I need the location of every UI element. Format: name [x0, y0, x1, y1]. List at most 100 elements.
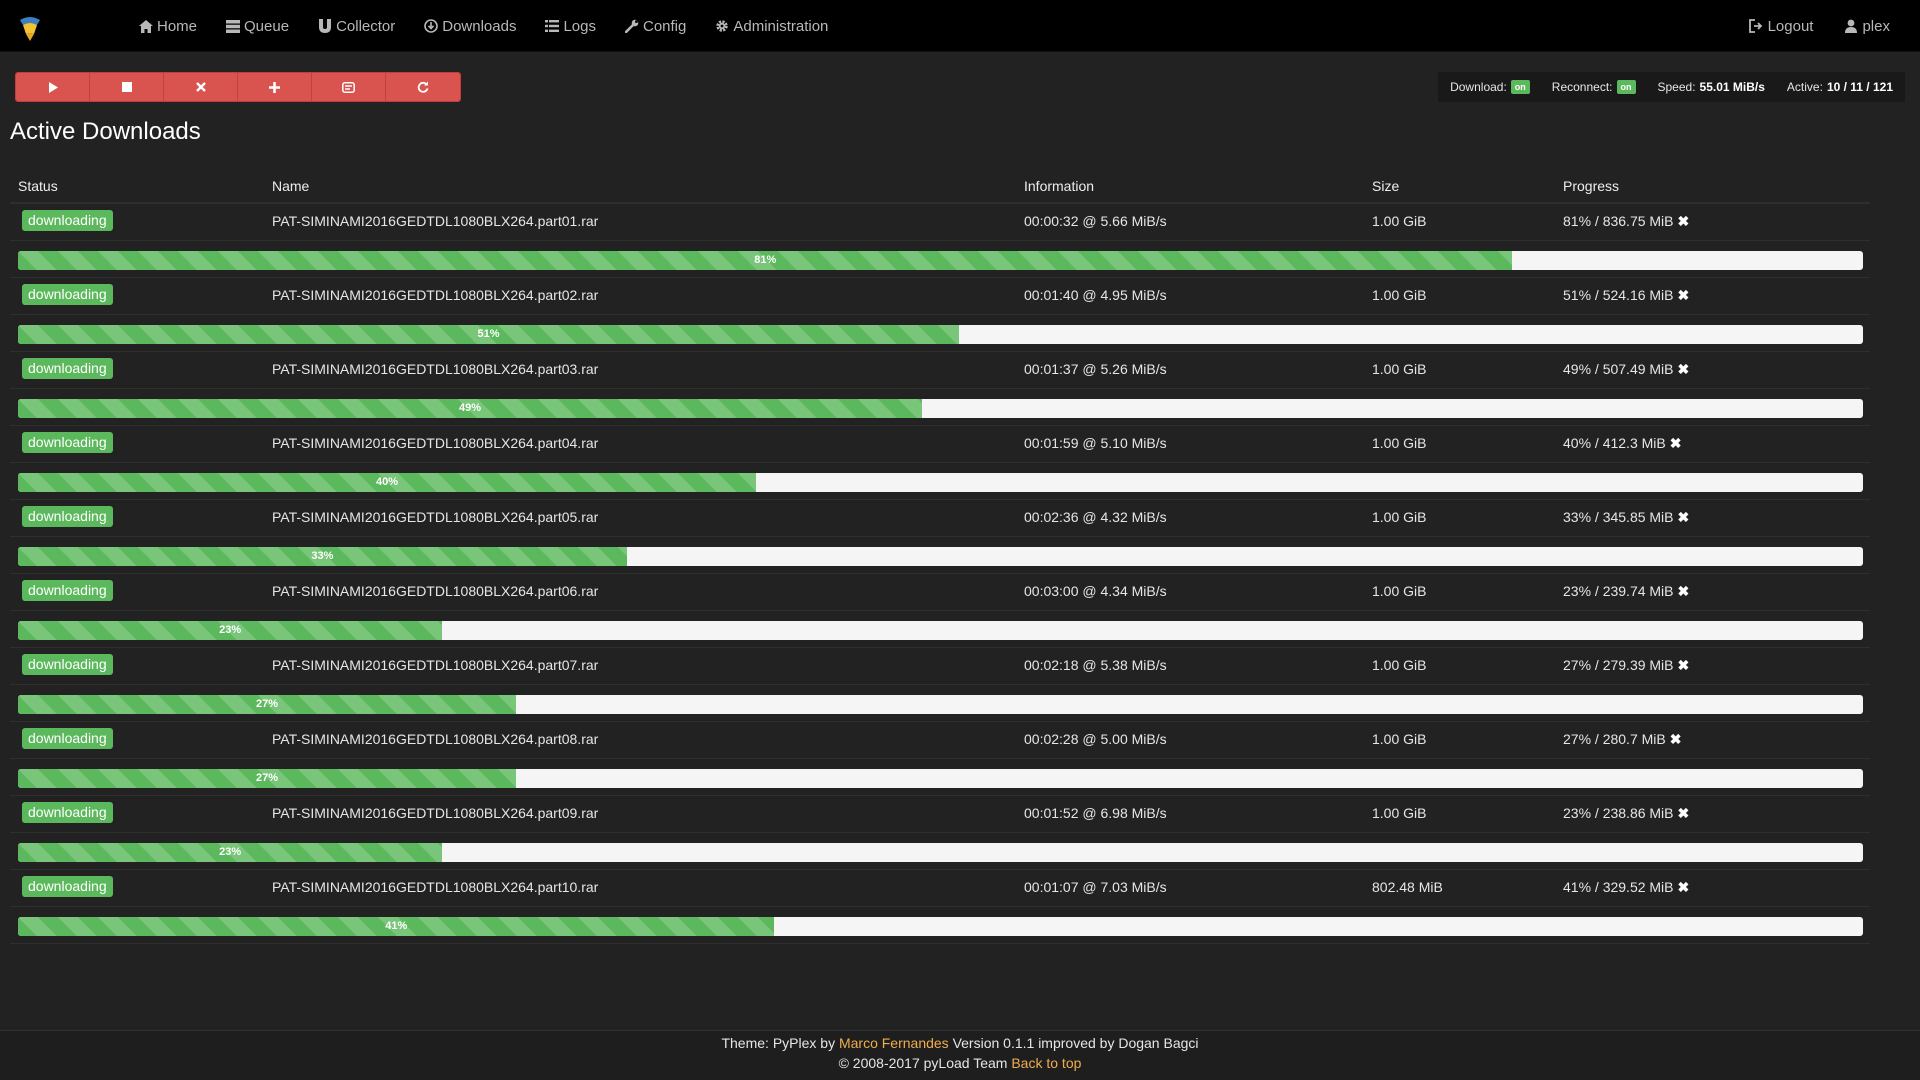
progress-text-cell: 40% / 412.3 MiB ✖ — [1563, 435, 1681, 452]
add-button[interactable] — [238, 73, 312, 101]
abort-download-icon[interactable]: ✖ — [1678, 509, 1690, 525]
abort-download-icon[interactable]: ✖ — [1678, 657, 1690, 673]
abort-download-icon[interactable]: ✖ — [1670, 731, 1682, 747]
table-row: downloading PAT-SIMINAMI2016GEDTDL1080BLX… — [10, 648, 1870, 685]
stop-button[interactable] — [90, 73, 164, 101]
status-badge: downloading — [22, 432, 113, 453]
nav-collector-label: Collector — [336, 17, 396, 35]
progress-bar-fill: 33% — [18, 547, 627, 566]
progress-bar: 27% — [18, 769, 1863, 788]
progress-bar-row: 51% — [10, 315, 1870, 352]
nav-collector[interactable]: Collector — [317, 18, 395, 35]
footer-copyright-line: © 2008-2017 pyLoad Team Back to top — [0, 1053, 1920, 1073]
file-name: PAT-SIMINAMI2016GEDTDL1080BLX264.part05.… — [272, 509, 599, 525]
download-status: Download: on — [1450, 80, 1530, 94]
download-toggle[interactable]: on — [1510, 80, 1530, 94]
progress-text-cell: 49% / 507.49 MiB ✖ — [1563, 361, 1689, 378]
progress-bar: 33% — [18, 547, 1863, 566]
progress-bar: 23% — [18, 621, 1863, 640]
abort-download-icon[interactable]: ✖ — [1678, 879, 1690, 895]
progress-bar: 27% — [18, 695, 1863, 714]
page-title: Active Downloads — [10, 118, 201, 145]
file-size: 802.48 MiB — [1372, 879, 1443, 895]
abort-download-icon[interactable]: ✖ — [1678, 583, 1690, 599]
file-size: 1.00 GiB — [1372, 435, 1427, 451]
progress-bar-fill: 23% — [18, 843, 443, 862]
queue-icon — [225, 19, 240, 34]
progress-text: 41% / 329.52 MiB — [1563, 879, 1674, 895]
progress-text: 40% / 412.3 MiB — [1563, 435, 1666, 451]
nav-logs[interactable]: Logs — [544, 18, 596, 35]
header-status: Status — [18, 178, 58, 194]
file-name: PAT-SIMINAMI2016GEDTDL1080BLX264.part07.… — [272, 657, 599, 673]
progress-bar-fill: 49% — [18, 399, 923, 418]
progress-bar-row: 27% — [10, 759, 1870, 796]
file-size: 1.00 GiB — [1372, 657, 1427, 673]
user-icon — [1843, 19, 1858, 34]
nav-downloads[interactable]: Downloads — [423, 18, 516, 35]
reconnect-toggle[interactable]: on — [1616, 80, 1636, 94]
progress-bar-row: 40% — [10, 463, 1870, 500]
progress-text-cell: 41% / 329.52 MiB ✖ — [1563, 879, 1689, 896]
eta-speed-info: 00:01:59 @ 5.10 MiB/s — [1024, 435, 1167, 451]
nav-queue[interactable]: Queue — [225, 18, 289, 35]
user-name: plex — [1862, 17, 1890, 35]
footer-copyright: © 2008-2017 pyLoad Team — [838, 1055, 1008, 1071]
status-badge: downloading — [22, 876, 113, 897]
speed-value: 55.01 MiB/s — [1699, 80, 1765, 94]
restart-button[interactable] — [386, 73, 460, 101]
theme-author-link[interactable]: Marco Fernandes — [839, 1035, 949, 1051]
abort-download-icon[interactable]: ✖ — [1678, 361, 1690, 377]
nav-config-label: Config — [643, 17, 687, 35]
table-row: downloading PAT-SIMINAMI2016GEDTDL1080BLX… — [10, 352, 1870, 389]
table-header: Status Name Information Size Progress — [10, 170, 1870, 204]
file-size: 1.00 GiB — [1372, 583, 1427, 599]
progress-bar-fill: 27% — [18, 769, 517, 788]
nav-config[interactable]: Config — [624, 18, 686, 35]
progress-text-cell: 27% / 280.7 MiB ✖ — [1563, 731, 1681, 748]
header-information: Information — [1024, 178, 1095, 194]
nav-home-label: Home — [157, 17, 198, 35]
file-name: PAT-SIMINAMI2016GEDTDL1080BLX264.part03.… — [272, 361, 599, 377]
progress-text: 27% / 280.7 MiB — [1563, 731, 1666, 747]
eta-speed-info: 00:01:52 @ 6.98 MiB/s — [1024, 805, 1167, 821]
user-menu[interactable]: plex — [1843, 18, 1890, 35]
captcha-button[interactable] — [312, 73, 386, 101]
abort-download-icon[interactable]: ✖ — [1678, 213, 1690, 229]
progress-text: 23% / 238.86 MiB — [1563, 805, 1674, 821]
progress-bar-fill: 27% — [18, 695, 517, 714]
start-button[interactable] — [16, 73, 90, 101]
logout-link[interactable]: Logout — [1749, 18, 1813, 35]
file-size: 1.00 GiB — [1372, 731, 1427, 747]
progress-text-cell: 81% / 836.75 MiB ✖ — [1563, 213, 1689, 230]
header-progress: Progress — [1563, 178, 1620, 194]
progress-text: 23% / 239.74 MiB — [1563, 583, 1674, 599]
download-icon — [423, 19, 438, 34]
reconnect-status-label: Reconnect: — [1551, 80, 1613, 94]
file-name: PAT-SIMINAMI2016GEDTDL1080BLX264.part10.… — [272, 879, 599, 895]
progress-bar-row: 23% — [10, 833, 1870, 870]
nav-administration[interactable]: Administration — [714, 18, 828, 35]
cancel-button[interactable] — [164, 73, 238, 101]
file-name: PAT-SIMINAMI2016GEDTDL1080BLX264.part06.… — [272, 583, 599, 599]
pyload-logo-icon[interactable] — [17, 14, 43, 42]
abort-download-icon[interactable]: ✖ — [1670, 435, 1682, 451]
eta-speed-info: 00:01:40 @ 4.95 MiB/s — [1024, 287, 1167, 303]
status-badge: downloading — [22, 580, 113, 601]
progress-bar-fill: 81% — [18, 251, 1513, 270]
progress-bar-row: 23% — [10, 611, 1870, 648]
abort-download-icon[interactable]: ✖ — [1678, 287, 1690, 303]
nav-home[interactable]: Home — [138, 18, 197, 35]
abort-download-icon[interactable]: ✖ — [1678, 805, 1690, 821]
back-to-top-link[interactable]: Back to top — [1011, 1055, 1081, 1071]
eta-speed-info: 00:03:00 @ 4.34 MiB/s — [1024, 583, 1167, 599]
file-name: PAT-SIMINAMI2016GEDTDL1080BLX264.part01.… — [272, 213, 599, 229]
speed-status: Speed: 55.01 MiB/s — [1658, 80, 1765, 94]
download-status-label: Download: — [1450, 80, 1507, 94]
active-status: Active: 10 / 11 / 121 — [1787, 80, 1893, 94]
table-row: downloading PAT-SIMINAMI2016GEDTDL1080BLX… — [10, 722, 1870, 759]
file-size: 1.00 GiB — [1372, 287, 1427, 303]
progress-text: 51% / 524.16 MiB — [1563, 287, 1674, 303]
progress-text-cell: 27% / 279.39 MiB ✖ — [1563, 657, 1689, 674]
status-badge: downloading — [22, 284, 113, 305]
